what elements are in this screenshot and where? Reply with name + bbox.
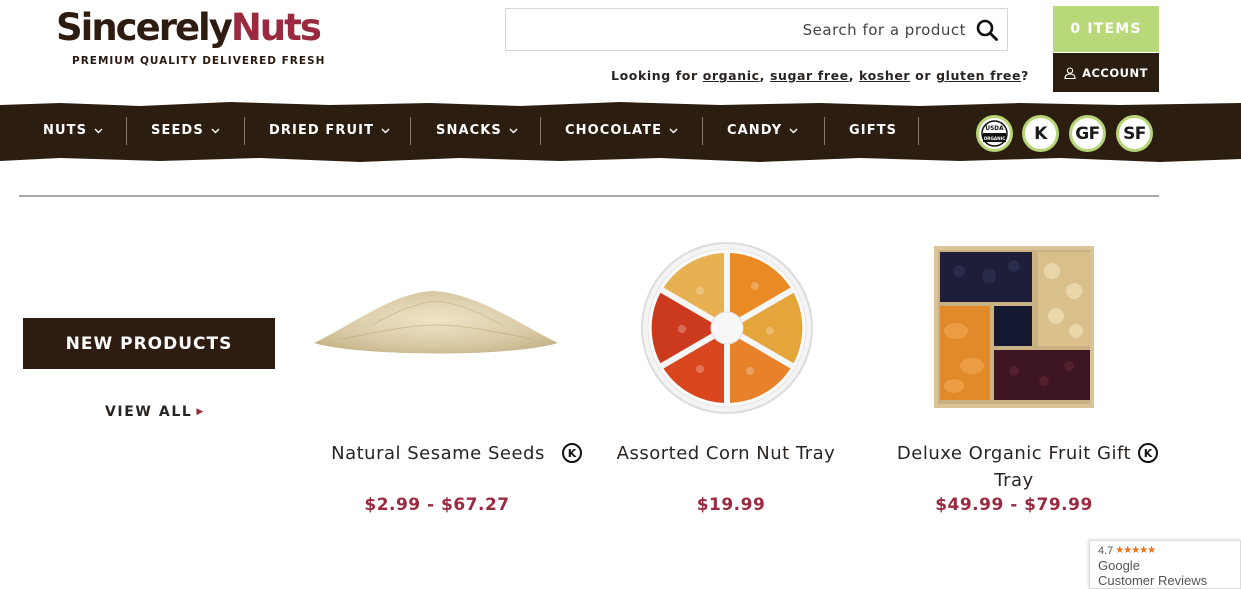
link-organic[interactable]: organic (703, 68, 760, 83)
product-name-text: Natural Sesame Seeds (331, 443, 545, 464)
chevron-down-icon (381, 128, 390, 133)
kosher-badge-label: K (1034, 123, 1047, 144)
looking-for-separator: , (759, 68, 770, 83)
kosher-mark: K (567, 446, 577, 460)
chevron-down-icon (211, 128, 220, 133)
nav-divider (702, 117, 703, 145)
main-nav: NUTS SEEDS DRIED FRUIT SNACKS CHOCOLATE … (0, 101, 1241, 163)
search-input[interactable] (514, 15, 966, 45)
nav-item-chocolate[interactable]: CHOCOLATE (565, 123, 678, 138)
nav-item-nuts[interactable]: NUTS (43, 123, 103, 138)
google-reviews-badge[interactable]: 4.7 ★★★★★ Google Customer Reviews (1089, 540, 1241, 589)
cart-count-label: 0 ITEMS (1070, 21, 1142, 37)
product-name-text-line2: Tray (994, 470, 1034, 491)
product-price-corn-nut-tray: $19.99 (696, 495, 766, 515)
review-rating: 4.7 (1098, 545, 1114, 557)
nav-item-label: SNACKS (436, 123, 502, 138)
logo-wordmark: SincerelyNuts (56, 6, 322, 50)
looking-for-suffix: ? (1021, 68, 1029, 83)
tagline: PREMIUM QUALITY DELIVERED FRESH (72, 55, 326, 67)
usda-organic-icon: USDA ORGANIC (981, 120, 1008, 147)
cart-button[interactable]: 0 ITEMS (1053, 6, 1159, 52)
review-rating-row: 4.7 ★★★★★ (1098, 544, 1232, 558)
kosher-icon: K (1138, 443, 1158, 463)
nav-item-gifts[interactable]: GIFTS (849, 123, 897, 138)
chevron-down-icon (509, 128, 518, 133)
customer-reviews-label: Customer Reviews (1098, 573, 1208, 588)
kosher-mark: K (1143, 446, 1153, 460)
gluten-free-badge-label: GF (1075, 123, 1100, 144)
google-label: Google (1098, 558, 1140, 573)
nav-divider (540, 117, 541, 145)
kosher-icon: K (562, 443, 582, 463)
new-products-heading: NEW PRODUCTS (23, 318, 275, 369)
chevron-down-icon (669, 128, 678, 133)
nav-item-snacks[interactable]: SNACKS (436, 123, 518, 138)
product-price-fruit-gift-tray: $49.99 - $79.99 (935, 495, 1093, 515)
nav-item-label: GIFTS (849, 123, 898, 138)
product-name-text: Assorted Corn Nut Tray (616, 443, 836, 464)
search-icon[interactable] (975, 18, 999, 42)
product-image-fruit-gift-tray[interactable] (934, 246, 1094, 408)
view-all-link[interactable]: VIEW ALL ▶ (105, 404, 205, 420)
logo-text-nuts: Nuts (230, 6, 322, 49)
product-name-sesame-seeds[interactable]: Natural Sesame Seeds (323, 440, 553, 467)
product-name-corn-nut-tray[interactable]: Assorted Corn Nut Tray (605, 440, 847, 467)
chevron-down-icon (789, 128, 798, 133)
product-image-sesame-seeds[interactable] (312, 285, 560, 360)
product-name-text-line1: Deluxe Organic Fruit Gift (896, 443, 1132, 464)
nav-item-label: DRIED FRUIT (269, 123, 375, 138)
usda-organic-badge[interactable]: USDA ORGANIC (976, 115, 1013, 152)
account-button[interactable]: ACCOUNT (1053, 53, 1159, 92)
sugar-free-badge-label: SF (1123, 123, 1146, 144)
nav-item-candy[interactable]: CANDY (727, 123, 798, 138)
usda-text: USDA (985, 126, 1004, 132)
looking-for-separator: , (848, 68, 860, 83)
search-box (505, 8, 1008, 51)
looking-for-text: Looking for organic, sugar free, kosher … (611, 68, 1029, 83)
looking-for-or: or (910, 68, 937, 83)
link-kosher[interactable]: kosher (859, 68, 910, 83)
organic-text: ORGANIC (984, 136, 1006, 141)
chevron-down-icon (94, 128, 103, 133)
logo[interactable]: SincerelyNuts (56, 6, 322, 50)
link-sugar-free[interactable]: sugar free (770, 68, 849, 83)
nav-item-seeds[interactable]: SEEDS (151, 123, 220, 138)
section-divider (19, 195, 1159, 197)
logo-text-sincerely: Sincerely (56, 6, 233, 49)
product-price-sesame-seeds: $2.99 - $67.27 (364, 495, 510, 515)
account-label: ACCOUNT (1082, 65, 1148, 80)
nav-item-label: CANDY (727, 123, 783, 138)
sugar-free-badge[interactable]: SF (1116, 115, 1153, 152)
user-icon (1064, 66, 1076, 79)
view-all-label: VIEW ALL (105, 404, 193, 420)
product-name-fruit-gift-tray[interactable]: Deluxe Organic Fruit Gift Tray (890, 440, 1138, 494)
nav-divider (126, 117, 127, 145)
nav-item-label: CHOCOLATE (565, 123, 663, 138)
nav-divider (410, 117, 411, 145)
star-rating-icon: ★★★★★ (1115, 545, 1156, 556)
caret-right-icon: ▶ (196, 407, 205, 417)
product-image-corn-nut-tray[interactable] (640, 241, 814, 415)
nav-divider (244, 117, 245, 145)
looking-for-prefix: Looking for (611, 68, 703, 83)
gluten-free-badge[interactable]: GF (1069, 115, 1106, 152)
kosher-badge[interactable]: K (1022, 115, 1059, 152)
nav-item-label: SEEDS (151, 123, 204, 138)
new-products-heading-text: NEW PRODUCTS (65, 333, 233, 354)
link-gluten-free[interactable]: gluten free (936, 68, 1021, 83)
nav-item-dried-fruit[interactable]: DRIED FRUIT (269, 123, 390, 138)
nav-item-label: NUTS (43, 123, 88, 138)
nav-divider (824, 117, 825, 145)
nav-divider (918, 117, 919, 145)
